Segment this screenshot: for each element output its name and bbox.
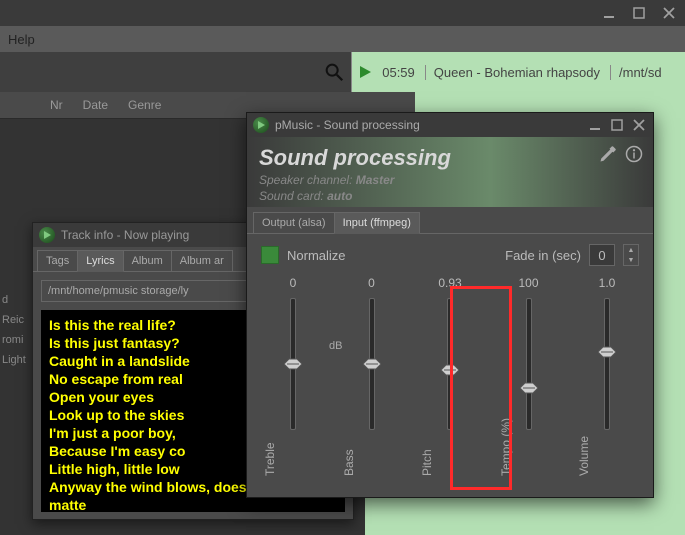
tab-tags[interactable]: Tags bbox=[37, 250, 78, 271]
slider-thumb[interactable] bbox=[520, 382, 538, 394]
slider-label: Bass bbox=[342, 416, 356, 476]
maximize-icon[interactable] bbox=[609, 117, 625, 133]
slider-label: Pitch bbox=[420, 416, 434, 476]
sp-banner: Sound processing Speaker channel: Master… bbox=[247, 137, 653, 207]
trackinfo-title: Track info - Now playing bbox=[61, 228, 189, 242]
minimize-icon[interactable] bbox=[587, 117, 603, 133]
tab-output[interactable]: Output (alsa) bbox=[253, 212, 335, 233]
fade-stepper[interactable]: ▲▼ bbox=[623, 244, 639, 266]
main-titlebar bbox=[0, 0, 685, 26]
sound-processing-window: pMusic - Sound processing Sound processi… bbox=[246, 112, 654, 498]
col-genre[interactable]: Genre bbox=[128, 98, 161, 112]
slider-treble[interactable]: 0Treble bbox=[267, 276, 319, 476]
tab-lyrics[interactable]: Lyrics bbox=[77, 250, 123, 272]
menu-help[interactable]: Help bbox=[8, 32, 35, 47]
app-icon bbox=[39, 227, 55, 243]
app-icon bbox=[253, 117, 269, 133]
slider-label: Tempo (%) bbox=[499, 416, 513, 476]
slider-label: Treble bbox=[263, 416, 277, 476]
slider-thumb[interactable] bbox=[284, 358, 302, 370]
slider-value: 1.0 bbox=[599, 276, 616, 292]
slider-tempo-[interactable]: 100Tempo (%) bbox=[503, 276, 555, 476]
slider-value: 0 bbox=[368, 276, 375, 292]
maximize-icon[interactable] bbox=[631, 5, 647, 21]
playbar-time: 05:59 bbox=[382, 65, 415, 80]
slider-thumb[interactable] bbox=[441, 364, 459, 376]
search-icon[interactable] bbox=[323, 61, 345, 83]
db-label: dB bbox=[329, 340, 342, 352]
close-icon[interactable] bbox=[661, 5, 677, 21]
close-icon[interactable] bbox=[631, 117, 647, 133]
slider-value: 100 bbox=[518, 276, 538, 292]
playbar: 05:59 Queen - Bohemian rhapsody /mnt/sd bbox=[351, 52, 685, 92]
sp-tabs: Output (alsa) Input (ffmpeg) bbox=[247, 207, 653, 234]
sp-heading: Sound processing bbox=[259, 145, 641, 171]
playbar-song: Queen - Bohemian rhapsody bbox=[425, 65, 600, 80]
slider-thumb[interactable] bbox=[598, 346, 616, 358]
col-date[interactable]: Date bbox=[83, 98, 108, 112]
tab-input[interactable]: Input (ffmpeg) bbox=[334, 212, 420, 234]
tab-album[interactable]: Album bbox=[123, 250, 172, 271]
slider-bass[interactable]: 0Bass bbox=[346, 276, 398, 476]
minimize-icon[interactable] bbox=[601, 5, 617, 21]
search-area bbox=[0, 52, 351, 92]
slider-volume[interactable]: 1.0Volume bbox=[581, 276, 633, 476]
normalize-checkbox[interactable] bbox=[261, 246, 279, 264]
slider-value: 0.93 bbox=[438, 276, 461, 292]
slider-label: Volume bbox=[577, 416, 591, 476]
slider-thumb[interactable] bbox=[363, 358, 381, 370]
settings-icon[interactable] bbox=[599, 145, 617, 163]
normalize-label: Normalize bbox=[287, 248, 346, 263]
slider-value: 0 bbox=[290, 276, 297, 292]
tab-album-art[interactable]: Album ar bbox=[171, 250, 233, 271]
slider-pitch[interactable]: 0.93Pitch bbox=[424, 276, 476, 476]
sp-window-title: pMusic - Sound processing bbox=[275, 118, 420, 132]
fade-input[interactable]: 0 bbox=[589, 244, 615, 266]
col-nr[interactable]: Nr bbox=[50, 98, 63, 112]
menubar: Help bbox=[0, 26, 685, 53]
fade-label: Fade in (sec) bbox=[505, 248, 581, 263]
info-icon[interactable] bbox=[625, 145, 643, 163]
side-labels: d Reic romi Light bbox=[0, 290, 32, 370]
playbar-path: /mnt/sd bbox=[610, 65, 679, 80]
play-icon[interactable] bbox=[358, 65, 372, 79]
sp-titlebar[interactable]: pMusic - Sound processing bbox=[247, 113, 653, 137]
